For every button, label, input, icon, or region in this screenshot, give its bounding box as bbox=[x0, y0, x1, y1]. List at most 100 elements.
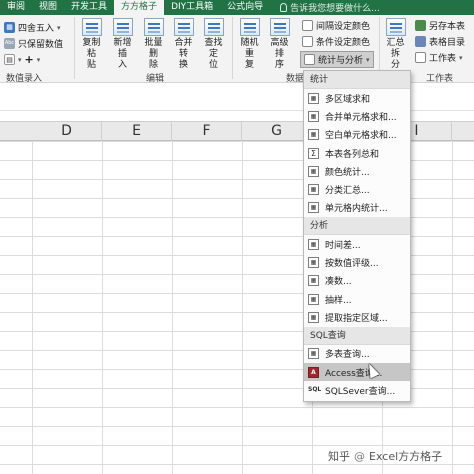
lightbulb-icon bbox=[280, 3, 288, 12]
merge-label1: 合并转 bbox=[174, 38, 193, 59]
advanced-sort-button[interactable]: 高级排 序 bbox=[268, 18, 291, 71]
tell-me-text: 告诉我您想要做什么... bbox=[290, 4, 380, 14]
find-locate-button[interactable]: 查找定 位 bbox=[202, 18, 225, 71]
random-label2: 复 bbox=[244, 60, 254, 70]
menu-item-merged-sum[interactable]: ▦ 合并单元格求和... bbox=[304, 107, 410, 125]
tab-view[interactable]: 视图 bbox=[32, 0, 64, 15]
batch-delete-label2: 除 bbox=[148, 60, 158, 70]
sort-label2: 序 bbox=[274, 60, 284, 70]
worksheet-button[interactable]: 工作表 ▾ bbox=[415, 51, 463, 64]
tab-formula-wizard[interactable]: 公式向导 bbox=[220, 0, 270, 15]
calc-icon: ▤ bbox=[4, 54, 15, 65]
menu-item-label: 抽样... bbox=[325, 295, 352, 306]
keep-value-button[interactable]: Abc 只保留数值 bbox=[4, 37, 63, 50]
tab-diy-toolbox[interactable]: DIY工具箱 bbox=[164, 0, 220, 15]
plus-op[interactable]: + bbox=[25, 53, 34, 66]
round-button[interactable]: ▦ 四舍五入 ▾ bbox=[4, 21, 61, 34]
menu-item-label: SQLSever查询... bbox=[325, 386, 396, 397]
sheet-icon: ▦ bbox=[308, 129, 319, 141]
menu-item-label: 多表查询... bbox=[325, 350, 370, 361]
copy-paste-icon bbox=[81, 18, 102, 36]
sheet-icon: ▦ bbox=[308, 275, 319, 287]
arithmetic-ops[interactable]: ▤ ▾ + ▾ bbox=[4, 53, 40, 66]
menu-item-label: 分类汇总... bbox=[325, 186, 370, 197]
sheet-directory-button[interactable]: 表格目录 bbox=[415, 35, 465, 48]
watermark: 知乎 @ Excel方方格子 bbox=[328, 448, 442, 464]
insert-button[interactable]: 新增插 入 bbox=[111, 18, 134, 71]
merge-convert-button[interactable]: 合并转 换 bbox=[172, 18, 195, 71]
column-header-d[interactable]: D bbox=[32, 122, 102, 141]
menu-item-in-cell-stats[interactable]: ▦ 单元格内统计... bbox=[304, 199, 410, 217]
column-header-g[interactable]: G bbox=[242, 122, 312, 141]
round-icon: ▦ bbox=[4, 22, 15, 33]
save-sheet-button[interactable]: 另存本表 bbox=[415, 19, 465, 32]
menu-item-blank-sum[interactable]: ▦ 空白单元格求和... bbox=[304, 126, 410, 144]
tab-developer[interactable]: 开发工具 bbox=[64, 0, 114, 15]
copy-paste-label1: 复制粘 bbox=[82, 38, 101, 59]
tell-me-box[interactable]: 告诉我您想要做什么... bbox=[280, 0, 380, 15]
sheet-directory-label: 表格目录 bbox=[429, 38, 466, 48]
tab-fangfang[interactable]: 方方格子 bbox=[114, 0, 165, 15]
abc-icon: Abc bbox=[4, 38, 15, 49]
sheet-icon: ▦ bbox=[308, 110, 319, 122]
menu-item-sampling[interactable]: ▦ 抽样... bbox=[304, 290, 410, 308]
menu-item-column-totals[interactable]: Σ 本表各列总和 bbox=[304, 144, 410, 162]
menu-item-label: 提取指定区域... bbox=[325, 313, 388, 324]
batch-delete-button[interactable]: 批量删 除 bbox=[142, 18, 165, 71]
menu-item-extract-range[interactable]: ▦ 提取指定区域... bbox=[304, 308, 410, 326]
batch-delete-label1: 批量删 bbox=[144, 38, 163, 59]
watermark-brand: 知乎 bbox=[328, 450, 350, 463]
worksheet-icon bbox=[415, 52, 426, 63]
menu-item-label: 单元格内统计... bbox=[325, 204, 388, 215]
menu-item-color-stats[interactable]: ▦ 颜色统计... bbox=[304, 162, 410, 180]
menu-item-access-query[interactable]: A Access查询... bbox=[304, 362, 410, 382]
watermark-at: @ bbox=[354, 449, 365, 463]
directory-icon bbox=[415, 36, 426, 47]
sort-icon bbox=[269, 18, 290, 36]
menu-item-label: 颜色统计... bbox=[325, 167, 370, 178]
chevron-down-icon: ▾ bbox=[18, 55, 22, 64]
condition-color-icon bbox=[302, 36, 313, 47]
menu-item-multi-area-sum[interactable]: ▦ 多区域求和 bbox=[304, 89, 410, 107]
random-icon bbox=[239, 18, 260, 36]
merge-icon bbox=[173, 18, 194, 36]
column-header-f[interactable]: F bbox=[172, 122, 242, 141]
stats-analysis-label: 统计与分析 bbox=[318, 56, 364, 66]
random-repeat-button[interactable]: 随机重 复 bbox=[238, 18, 261, 71]
group-divider bbox=[232, 17, 233, 79]
menu-item-grade-by-value[interactable]: ▦ 按数值评级... bbox=[304, 253, 410, 271]
conditional-color-button[interactable]: 条件设定颜色 bbox=[302, 35, 370, 48]
tab-review[interactable]: 审阅 bbox=[0, 0, 32, 15]
menu-item-make-up-number[interactable]: ▦ 凑数... bbox=[304, 272, 410, 290]
insert-icon bbox=[112, 18, 133, 36]
stats-analysis-dropdown[interactable]: 统计与分析 ▾ bbox=[300, 51, 374, 68]
worksheet-label: 工作表 bbox=[429, 54, 457, 64]
interval-color-button[interactable]: 间隔设定颜色 bbox=[302, 19, 370, 32]
chevron-down-icon: ▾ bbox=[459, 53, 463, 62]
insert-label2: 入 bbox=[117, 60, 127, 70]
interval-color-label: 间隔设定颜色 bbox=[316, 22, 371, 32]
sheet-icon: ▦ bbox=[308, 293, 319, 305]
conditional-color-label: 条件设定颜色 bbox=[316, 38, 371, 48]
menu-item-subtotal[interactable]: ▦ 分类汇总... bbox=[304, 180, 410, 198]
column-header-e[interactable]: E bbox=[102, 122, 172, 141]
sheet-icon: ▦ bbox=[308, 238, 319, 250]
chevron-down-icon: ▾ bbox=[57, 23, 61, 32]
sheet-icon: ▦ bbox=[308, 165, 319, 177]
menu-section-sql: SQL查询 bbox=[304, 326, 410, 345]
menu-item-time-diff[interactable]: ▦ 时间差... bbox=[304, 235, 410, 253]
menu-item-multi-table-query[interactable]: ▦ 多表查询... bbox=[304, 345, 410, 363]
keep-value-label: 只保留数值 bbox=[18, 40, 64, 50]
sql-icon: SQL bbox=[308, 385, 322, 393]
summary-split-button[interactable]: 汇总拆 分 bbox=[384, 18, 407, 71]
menu-item-label: 多区域求和 bbox=[325, 94, 371, 105]
copy-paste-button[interactable]: 复制粘 贴 bbox=[80, 18, 103, 71]
menu-section-analysis: 分析 bbox=[304, 217, 410, 236]
menu-item-label: 时间差... bbox=[325, 240, 361, 251]
menu-item-label: 本表各列总和 bbox=[325, 149, 380, 160]
round-label: 四舍五入 bbox=[18, 24, 55, 34]
group-divider bbox=[74, 17, 75, 79]
insert-label1: 新增插 bbox=[113, 38, 132, 59]
menu-item-sqlserver-query[interactable]: SQL SQLSever查询... bbox=[304, 381, 410, 399]
stats-icon bbox=[304, 54, 315, 65]
